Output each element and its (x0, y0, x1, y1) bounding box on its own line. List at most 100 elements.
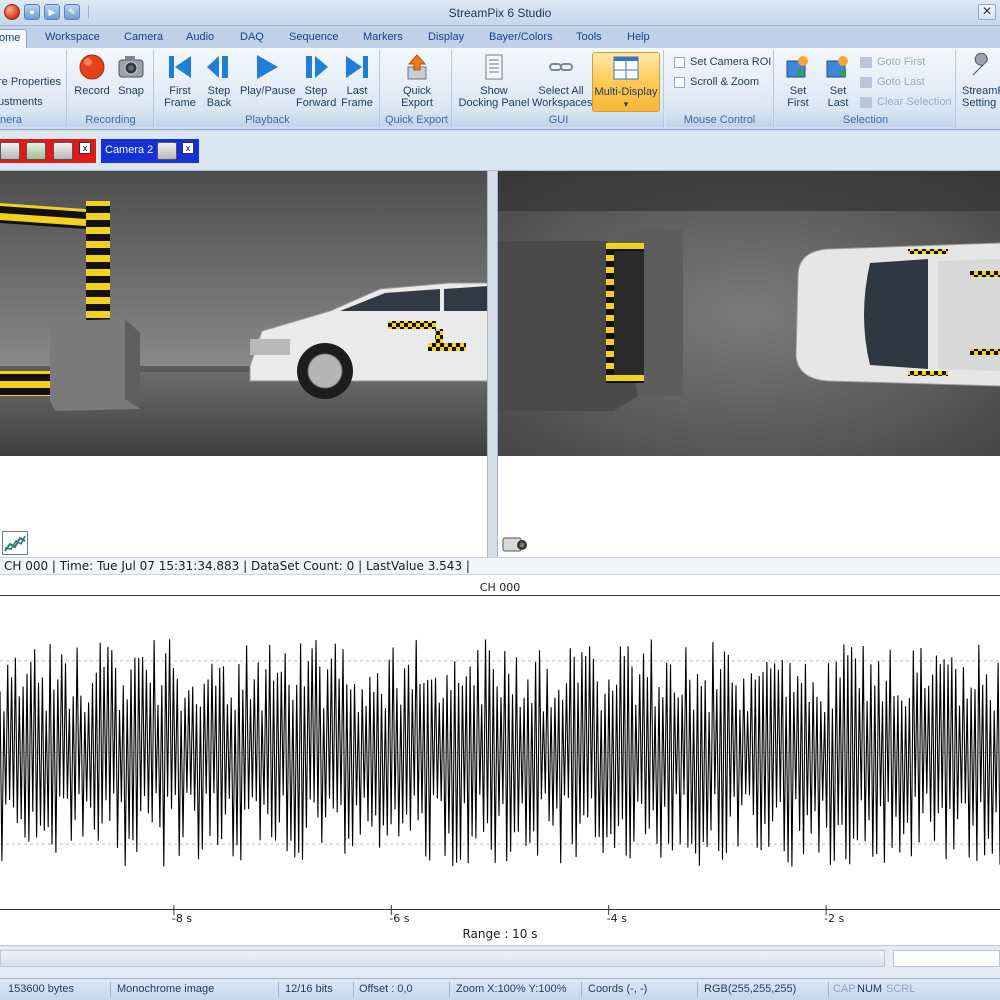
x-tick-label-0: -8 s (171, 912, 193, 925)
pane-divider[interactable] (488, 171, 497, 557)
tab-tools[interactable]: Tools (576, 29, 602, 48)
camera-2-view[interactable] (497, 171, 1000, 557)
group-quick-export: Quick Export Quick Export (382, 50, 452, 128)
tab-help[interactable]: Help (627, 29, 650, 48)
status-separator (697, 982, 698, 997)
camera-display-icon[interactable] (53, 142, 73, 160)
ribbon: re Properties ustments nera Record Snap … (0, 48, 1000, 130)
status-bits: 12/16 bits (285, 983, 333, 995)
group-selection: Set First Set Last Goto First Goto Last … (776, 50, 956, 128)
first-frame-button[interactable]: First Frame (162, 52, 198, 109)
group-label-recording: Recording (68, 113, 153, 127)
show-docking-panel-button[interactable]: Show Docking Panel (456, 52, 532, 109)
tab-camera[interactable]: Camera (124, 29, 163, 48)
step-forward-button[interactable]: Step Forward (296, 52, 336, 109)
streampix-settings-button[interactable]: StreamP Setting (962, 52, 1000, 109)
tab-daq[interactable]: DAQ (240, 29, 264, 48)
scrollbar-track[interactable] (0, 950, 885, 967)
x-tick-label-2: -4 s (606, 912, 627, 925)
checkbox-roi[interactable] (674, 56, 685, 68)
status-separator (828, 982, 829, 997)
group-label-quick-export: Quick Export (382, 113, 451, 127)
camera-settings-icon[interactable] (26, 142, 46, 160)
ribbon-tabs: ome Workspace Camera Audio DAQ Sequence … (0, 26, 1000, 48)
tab-sequence[interactable]: Sequence (289, 29, 339, 48)
chart-view-icon[interactable] (2, 531, 28, 558)
status-rgb: RGB(255,255,255) (704, 983, 797, 995)
camera-snap-icon (116, 52, 146, 82)
window-title: StreamPix 6 Studio (448, 6, 552, 20)
status-cap: CAP (833, 983, 856, 995)
tab-markers[interactable]: Markers (363, 29, 403, 48)
record-button[interactable]: Record (74, 52, 110, 97)
window-close-button[interactable]: ✕ (978, 4, 996, 20)
tab-display[interactable]: Display (428, 29, 464, 48)
goto-last-button[interactable]: Goto Last (860, 76, 925, 88)
status-offset: Offset : 0,0 (359, 983, 413, 995)
daq-chart[interactable]: CH 000 -8 s -6 s -4 s -2 s Range : 10 s (0, 575, 1000, 945)
scrollbar-value-box[interactable] (893, 950, 1000, 967)
status-scrl: SCRL (886, 983, 916, 995)
select-all-workspaces-button[interactable]: Select All Workspaces (532, 52, 592, 109)
group-label-mouse-control: Mouse Control (666, 113, 773, 127)
multi-display-dropdown-icon: ▾ (623, 99, 629, 109)
adjustments-button[interactable]: ustments (0, 96, 43, 108)
group-playback: First Frame Step Back Play/Pause Step Fo… (156, 50, 380, 128)
set-last-icon (823, 52, 853, 82)
capture-properties-button[interactable]: re Properties (0, 76, 61, 88)
settings-wrench-icon (966, 52, 996, 82)
status-image-type: Monochrome image (117, 983, 215, 995)
step-back-button[interactable]: Step Back (202, 52, 236, 109)
last-frame-button[interactable]: Last Frame (340, 52, 374, 109)
camera-source-icon[interactable] (500, 534, 530, 557)
goto-last-icon (860, 76, 872, 88)
clear-selection-button[interactable]: Clear Selection (860, 96, 952, 108)
x-tick-label-1: -6 s (389, 912, 410, 925)
group-recording: Record Snap Recording (68, 50, 154, 128)
snap-button[interactable]: Snap (116, 52, 146, 97)
camera-2-image (498, 171, 1000, 456)
clear-selection-icon (860, 96, 872, 108)
tab-bayer-colors[interactable]: Bayer/Colors (489, 29, 553, 48)
group-camera: re Properties ustments nera (0, 50, 67, 128)
camera-1-view[interactable] (0, 171, 488, 557)
camera-2-view-icon[interactable] (157, 142, 177, 160)
status-separator (110, 982, 111, 997)
camera-2-label: Camera 2 (105, 144, 154, 156)
status-bar: 153600 bytes Monochrome image 12/16 bits… (0, 978, 1000, 1000)
set-camera-roi-checkbox[interactable]: Set Camera ROI (674, 56, 771, 68)
multi-display-button[interactable]: Multi-Display ▾ (592, 52, 660, 112)
camera-2-tab[interactable]: Camera 2 x (101, 139, 199, 163)
camera-1-close-button[interactable]: x (79, 142, 91, 154)
camera-2-close-button[interactable]: x (182, 142, 194, 154)
chart-scrollbar[interactable] (0, 945, 1000, 978)
title-bar: ● ▶ ✎ StreamPix 6 Studio ✕ (0, 0, 1000, 26)
last-frame-icon (342, 52, 372, 82)
group-label-camera: nera (0, 113, 66, 127)
tab-home[interactable]: ome (0, 29, 28, 48)
set-first-icon (783, 52, 813, 82)
tab-audio[interactable]: Audio (186, 29, 214, 48)
goto-first-button[interactable]: Goto First (860, 56, 925, 68)
play-icon (251, 52, 281, 82)
camera-1-image (0, 171, 487, 456)
status-separator (353, 982, 354, 997)
camera-1-tab[interactable]: x (0, 139, 96, 163)
camera-view-icon[interactable] (0, 142, 20, 160)
set-last-button[interactable]: Set Last (820, 52, 856, 109)
channel-status: CH 000 | Time: Tue Jul 07 15:31:34.883 |… (0, 557, 1000, 575)
quick-export-button[interactable]: Quick Export (390, 52, 444, 109)
link-icon (546, 52, 576, 82)
checkbox-scroll-zoom[interactable] (674, 76, 685, 88)
scroll-zoom-checkbox[interactable]: Scroll & Zoom (674, 76, 759, 88)
goto-first-icon (860, 56, 872, 68)
set-first-button[interactable]: Set First (780, 52, 816, 109)
step-forward-icon (301, 52, 331, 82)
group-settings: StreamP Setting (958, 50, 1000, 128)
status-separator (449, 982, 450, 997)
status-num: NUM (857, 983, 883, 995)
tab-workspace[interactable]: Workspace (45, 29, 100, 48)
status-separator (278, 982, 279, 997)
play-pause-button[interactable]: Play/Pause (240, 52, 296, 97)
chart-plot (0, 595, 1000, 915)
